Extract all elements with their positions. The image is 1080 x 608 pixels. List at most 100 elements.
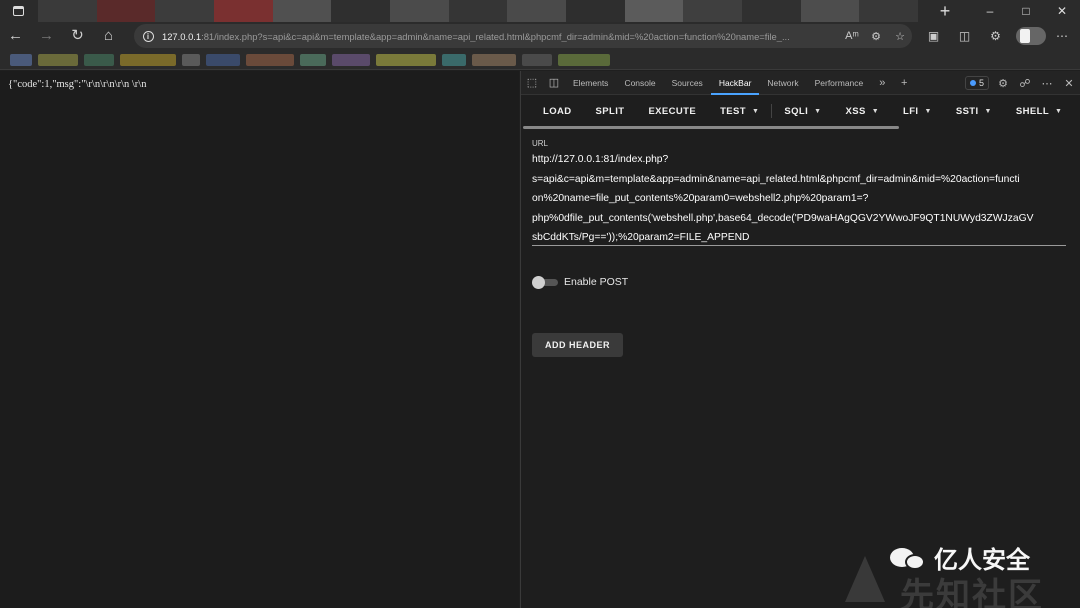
new-tab-button[interactable]: + (936, 0, 954, 22)
tab-network[interactable]: Network (759, 71, 806, 95)
connect-icon[interactable]: ☍ (1014, 77, 1036, 90)
blurred-tab[interactable] (566, 0, 625, 22)
address-host: 127.0.0.1 (162, 30, 202, 42)
json-response-text: {"code":1,"msg":"\r\n\r\n\r\n \r\n (8, 79, 147, 90)
bookmark-item[interactable] (10, 53, 32, 66)
url-label: URL (532, 139, 549, 148)
caret-down-icon: ▼ (1055, 107, 1063, 115)
shell-menu[interactable]: SHELL ▼ (1004, 106, 1074, 117)
blurred-tab[interactable] (272, 0, 332, 22)
test-menu[interactable]: TEST ▼ (708, 106, 771, 117)
blurred-tab[interactable] (624, 0, 684, 22)
add-tab-icon[interactable]: + (893, 77, 915, 89)
bookmark-item[interactable] (332, 53, 370, 66)
blurred-tab[interactable] (38, 0, 97, 22)
address-path: :81/index.php?s=api&c=api&m=template&app… (201, 30, 790, 42)
device-emulation-icon[interactable]: ◫ (543, 76, 565, 89)
watermark: 亿人安全 (888, 540, 1030, 575)
window-controls: – □ ✕ (972, 0, 1080, 22)
blurred-tab[interactable] (214, 0, 273, 22)
tab-performance[interactable]: Performance (807, 71, 872, 95)
bookmark-item[interactable] (558, 53, 610, 66)
bookmark-item[interactable] (442, 53, 466, 66)
enable-post-label: Enable POST (564, 276, 629, 288)
home-button[interactable]: ⌂ (93, 22, 124, 50)
add-header-button[interactable]: ADD HEADER (532, 333, 623, 357)
bookmark-item[interactable] (182, 53, 200, 66)
url-line: on%20name=file_put_contents%20param0=web… (532, 193, 869, 204)
tab-elements[interactable]: Elements (565, 71, 616, 95)
address-url[interactable]: 127.0.0.1:81/index.php?s=api&c=api&m=tem… (162, 31, 832, 42)
tab-console[interactable]: Console (616, 71, 663, 95)
extensions-icon[interactable]: ⚙ (980, 29, 1011, 43)
minimize-button[interactable]: – (972, 0, 1008, 22)
tab-hackbar[interactable]: HackBar (710, 71, 760, 95)
maximize-button[interactable]: □ (1008, 0, 1044, 22)
bookmark-item[interactable] (472, 53, 516, 66)
close-window-button[interactable]: ✕ (1044, 0, 1080, 22)
menu-scrollbar[interactable] (523, 126, 899, 129)
favorite-star-icon[interactable]: ☆ (888, 30, 912, 43)
load-button[interactable]: LOAD (531, 106, 584, 117)
back-button[interactable]: ← (0, 22, 31, 50)
caret-down-icon: ▼ (752, 107, 760, 115)
ssti-menu[interactable]: SSTI ▼ (944, 106, 1004, 117)
hackbar-menu: LOAD SPLIT EXECUTE TEST ▼ SQLI ▼ XSS ▼ LFI ▼… (521, 95, 1080, 127)
issues-badge[interactable]: 5 (964, 76, 989, 90)
enable-post-toggle[interactable] (532, 276, 558, 289)
url-line: s=api&c=api&m=template&app=admin&name=ap… (532, 173, 1020, 185)
tab-strip: + – □ ✕ (0, 0, 1080, 22)
blurred-tab[interactable] (96, 0, 156, 22)
settings-gear-icon[interactable]: ⚙ (992, 77, 1014, 90)
more-tabs-icon[interactable]: » (871, 77, 893, 89)
issues-count: 5 (978, 78, 984, 88)
bookmark-item[interactable] (376, 53, 436, 66)
tab-sources[interactable]: Sources (664, 71, 711, 95)
blurred-tab[interactable] (507, 0, 567, 22)
page-content: {"code":1,"msg":"\r\n\r\n\r\n \r\n (0, 71, 519, 608)
watermark-text: 亿人安全 (934, 547, 1030, 574)
blurred-tab[interactable] (859, 0, 919, 22)
read-aloud-icon[interactable]: Aᵐ (840, 30, 864, 43)
blurred-tab[interactable] (742, 0, 801, 22)
xss-menu[interactable]: XSS ▼ (833, 106, 891, 117)
tab-actions-button[interactable] (0, 0, 36, 22)
close-devtools-icon[interactable]: ✕ (1058, 77, 1080, 90)
split-button[interactable]: SPLIT (584, 106, 637, 117)
test-label: TEST (720, 105, 746, 117)
profile-avatar[interactable] (1016, 27, 1046, 45)
blurred-tab[interactable] (448, 0, 508, 22)
site-info-button[interactable]: i (134, 30, 162, 42)
more-menu-icon[interactable]: ⋯ (1052, 22, 1072, 50)
blurred-tab[interactable] (155, 0, 215, 22)
blurred-tab[interactable] (331, 0, 391, 22)
inspect-element-icon[interactable]: ⬚ (521, 76, 543, 89)
bookmark-item[interactable] (206, 53, 240, 66)
ssti-label: SSTI (955, 105, 979, 117)
collections-icon[interactable]: ◫ (949, 29, 980, 43)
watermark-triangle (845, 556, 885, 602)
extension-icon[interactable]: ⚙ (864, 30, 888, 43)
address-bar[interactable]: i 127.0.0.1:81/index.php?s=api&c=api&m=t… (134, 24, 912, 48)
tab-actions-icon (12, 6, 24, 16)
devtools-more-icon[interactable]: ⋯ (1036, 77, 1058, 90)
url-underline (532, 245, 1066, 246)
forward-button[interactable]: → (31, 22, 62, 50)
bookmark-item[interactable] (522, 53, 552, 66)
blurred-tab[interactable] (390, 0, 449, 22)
bookmark-item[interactable] (84, 53, 114, 66)
blurred-tab[interactable] (683, 0, 743, 22)
blurred-tab[interactable] (800, 0, 860, 22)
split-screen-icon[interactable]: ▣ (918, 29, 949, 43)
bookmark-item[interactable] (246, 53, 294, 66)
sqli-menu[interactable]: SQLI ▼ (772, 106, 833, 117)
bookmark-item[interactable] (120, 53, 176, 66)
bookmark-item[interactable] (38, 53, 78, 66)
refresh-button[interactable]: ↻ (62, 22, 93, 50)
lfi-menu[interactable]: LFI ▼ (891, 106, 944, 117)
url-textarea[interactable]: http://127.0.0.1:81/index.php? s=api&c=a… (532, 150, 1066, 248)
bookmark-item[interactable] (300, 53, 326, 66)
url-field[interactable]: URL http://127.0.0.1:81/index.php? s=api… (532, 139, 1066, 248)
execute-button[interactable]: EXECUTE (636, 106, 708, 117)
enable-post-row[interactable]: Enable POST (532, 276, 629, 289)
